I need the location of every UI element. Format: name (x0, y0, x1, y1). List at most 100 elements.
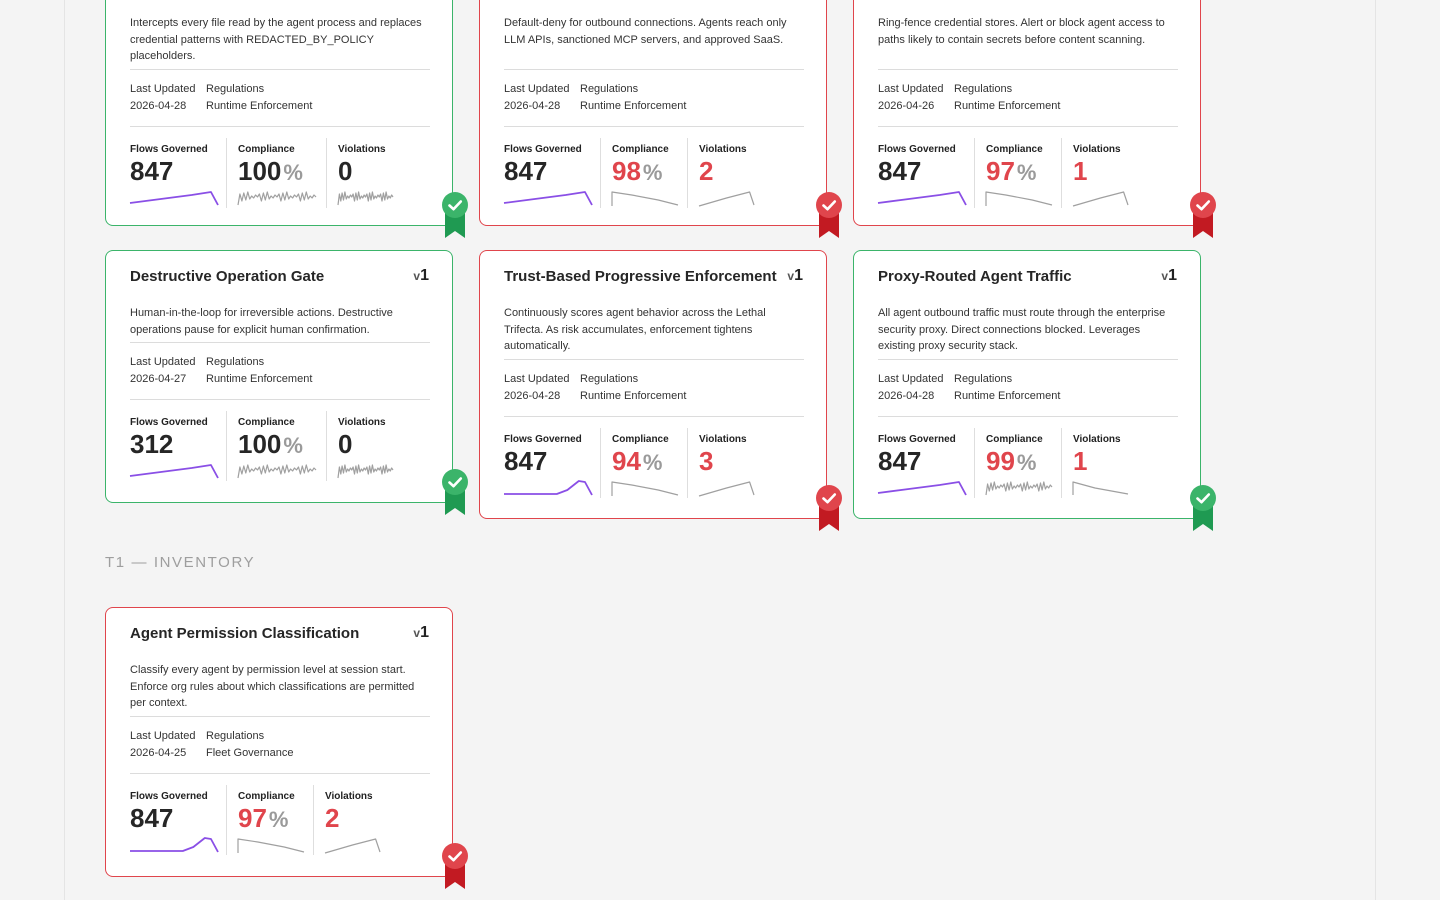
last-updated-value: 2026-04-25 (130, 746, 187, 759)
policy-card[interactable]: Destructive Operation Gate v1 Human-in-the… (105, 250, 453, 503)
meta-values: 2026-04-25 Fleet Governance (130, 745, 293, 762)
flows-governed-number: 847 (130, 803, 174, 833)
violations-number: 2 (325, 803, 340, 833)
regulation-value: Runtime Enforcement (206, 99, 313, 112)
version-badge: v1 (413, 267, 429, 285)
meta-values: 2026-04-28 Runtime Enforcement (504, 388, 686, 405)
violations-sparkline (698, 191, 755, 207)
regulations-label: Regulations (580, 373, 639, 385)
flows-governed-value: 312 (130, 429, 173, 459)
divider (504, 359, 804, 360)
meta-labels: Last Updated Regulations (878, 81, 1060, 98)
percent-sign: % (642, 160, 663, 185)
compliance-sparkline-path (237, 838, 305, 853)
violations-sparkline-path (324, 838, 381, 854)
section-title: T1 — INVENTORY (105, 554, 256, 571)
policy-card[interactable]: Trust-Based Progressive Enforcement v1 Con… (479, 250, 827, 519)
stat-divider (974, 138, 975, 208)
stat-divider (974, 428, 975, 498)
stat-divider (226, 138, 227, 208)
compliance-sparkline-path (611, 481, 679, 496)
flows-governed-value: 847 (878, 446, 921, 476)
flows-governed-number: 847 (130, 156, 174, 186)
divider (130, 69, 430, 70)
divider (130, 126, 430, 127)
meta-values: 2026-04-28 Runtime Enforcement (878, 388, 1060, 405)
compliance-label: Compliance (986, 144, 1043, 155)
check-ribbon-icon (1190, 192, 1216, 238)
flows-governed-sparkline-path (129, 464, 219, 479)
check-ribbon-icon (442, 843, 468, 889)
divider (878, 69, 1178, 70)
violations-sparkline (324, 838, 381, 854)
policy-title: Agent Permission Classification (130, 625, 360, 642)
divider (130, 716, 430, 717)
regulations-label: Regulations (954, 373, 1013, 385)
violations-label: Violations (338, 417, 386, 428)
violations-number: 1 (1073, 156, 1088, 186)
policy-description: Continuously scores agent behavior acros… (504, 307, 766, 352)
stat-divider (326, 411, 327, 481)
compliance-sparkline (611, 191, 679, 206)
flows-governed-sparkline (129, 191, 219, 206)
violations-sparkline-path (1072, 191, 1129, 207)
policy-card[interactable]: Proxy-Routed Agent Traffic v1 All agent ou… (853, 250, 1201, 519)
violations-label: Violations (699, 144, 747, 155)
percent-sign: % (642, 450, 663, 475)
flows-governed-sparkline (504, 480, 593, 496)
policy-card[interactable]: Agent Permission Classification v1 Classif… (105, 607, 453, 877)
regulations-label: Regulations (206, 83, 265, 95)
compliance-sparkline (985, 191, 1053, 206)
regulation-value: Runtime Enforcement (954, 389, 1061, 402)
violations-sparkline (1072, 191, 1129, 207)
compliance-value: 94% (612, 446, 662, 478)
regulation-value: Runtime Enforcement (580, 389, 687, 402)
flows-governed-sparkline (877, 481, 967, 496)
stat-divider (226, 411, 227, 481)
violations-label: Violations (325, 791, 373, 802)
stat-divider (1061, 138, 1062, 208)
regulation-value: Runtime Enforcement (206, 372, 313, 385)
flows-governed-sparkline-path (503, 191, 593, 206)
meta-values: 2026-04-28 Runtime Enforcement (504, 98, 686, 115)
divider (878, 416, 1178, 417)
flows-governed-sparkline (130, 837, 219, 853)
compliance-sparkline-path (985, 191, 1053, 206)
flows-governed-sparkline (503, 191, 593, 206)
compliance-value: 97% (238, 803, 288, 835)
meta-labels: Last Updated Regulations (130, 354, 312, 371)
violations-sparkline-path (337, 464, 394, 479)
policy-description: Classify every agent by permission level… (130, 664, 415, 709)
policy-description: Default-deny for outbound connections. A… (504, 17, 787, 46)
violations-sparkline-path (1072, 481, 1129, 495)
policy-card[interactable]: v1Default-deny for outbound connections.… (479, 0, 827, 226)
meta-values: 2026-04-27 Runtime Enforcement (130, 371, 312, 388)
meta-labels: Last Updated Regulations (130, 81, 312, 98)
policy-card[interactable]: v1Ring-fence credential stores. Alert or… (853, 0, 1201, 226)
flows-governed-label: Flows Governed (878, 434, 956, 445)
flows-governed-label: Flows Governed (130, 791, 208, 802)
regulations-label: Regulations (580, 83, 639, 95)
divider (130, 399, 430, 400)
last-updated-label: Last Updated (504, 373, 570, 385)
compliance-sparkline-path (237, 191, 317, 206)
last-updated-value: 2026-04-28 (504, 389, 561, 402)
version-number: 1 (420, 624, 429, 641)
compliance-sparkline-path (611, 191, 679, 206)
violations-number: 3 (699, 446, 714, 476)
compliance-value: 97% (986, 156, 1036, 188)
policy-meta: Last Updated Regulations 2026-04-26 Runtime… (878, 81, 1060, 114)
meta-labels: Last Updated Regulations (504, 81, 686, 98)
last-updated-value: 2026-04-28 (130, 99, 187, 112)
policy-card[interactable]: v1Intercepts every file read by the agen… (105, 0, 453, 226)
flows-governed-label: Flows Governed (504, 144, 582, 155)
stat-divider (326, 138, 327, 208)
check-ribbon-icon (816, 485, 842, 531)
flows-governed-number: 312 (130, 429, 174, 459)
compliance-value: 100% (238, 156, 303, 188)
flows-governed-number: 847 (878, 446, 922, 476)
flows-governed-number: 847 (504, 156, 548, 186)
flows-governed-value: 847 (130, 156, 173, 186)
violations-number: 0 (338, 429, 353, 459)
violations-value: 0 (338, 429, 352, 459)
